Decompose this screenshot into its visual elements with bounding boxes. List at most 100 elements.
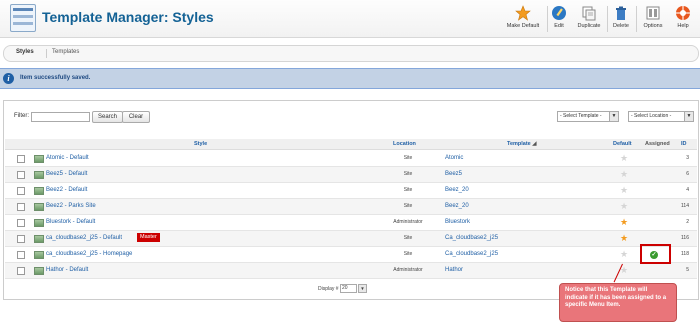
template-thumbnail-icon [34,219,44,227]
edit-pencil-icon [552,6,566,20]
location-cell: Site [403,171,413,177]
help-lifebuoy-icon [676,6,690,20]
select-template-value: - Select Template - [560,113,602,119]
table-row: ca_cloudbase2_j25 - Homepage Site Ca_clo… [5,247,697,263]
template-link[interactable]: Beez5 [445,171,462,177]
table-row: ca_cloudbase2_j25 - Default Master Site … [5,231,697,247]
location-cell: Site [403,235,413,241]
make-default-button[interactable]: Make Default [500,5,546,29]
template-link[interactable]: Ca_cloudbase2_j25 [445,235,498,241]
default-star-icon[interactable]: ★ [620,217,628,227]
style-name-link[interactable]: Bluestork - Default [46,219,95,225]
search-button[interactable]: Search [92,111,123,123]
page-title: Template Manager: Styles [42,9,214,25]
header-location[interactable]: Location [393,141,416,147]
style-name-link[interactable]: Atomic - Default [46,155,89,161]
template-link[interactable]: Beez_20 [445,203,469,209]
default-star-icon[interactable]: ★ [620,233,628,243]
tab-styles[interactable]: Styles [16,49,34,55]
table-header: Style Location Template ◢ Default Assign… [5,139,697,150]
default-star-icon[interactable]: ★ [620,201,628,211]
header-id[interactable]: ID [681,141,687,147]
pagination: Display # 20 ▼ [318,284,367,293]
style-name-link[interactable]: Beez2 - Parks Site [46,203,96,209]
header-assigned: Assigned [645,141,670,147]
help-button[interactable]: Help [674,5,692,29]
id-cell: 3 [686,155,689,161]
template-thumbnail-icon [34,187,44,195]
duplicate-button[interactable]: Duplicate [574,5,604,29]
default-star-icon[interactable]: ★ [620,169,628,179]
edit-button[interactable]: Edit [550,5,568,29]
id-cell: 114 [681,203,689,209]
id-cell: 2 [686,219,689,225]
default-star-icon[interactable]: ★ [620,153,628,163]
row-checkbox[interactable] [17,155,25,163]
toolbar: Template Manager: Styles Make Default Ed… [0,0,700,38]
select-template[interactable]: - Select Template - ▼ [557,111,619,122]
template-link[interactable]: Bluestork [445,219,470,225]
row-checkbox[interactable] [17,267,25,275]
delete-label: Delete [613,23,629,29]
sort-ascending-icon: ◢ [532,141,537,147]
chevron-down-icon: ▼ [357,284,367,293]
template-thumbnail-icon [34,203,44,211]
row-checkbox[interactable] [17,235,25,243]
id-cell: 4 [686,187,689,193]
location-cell: Administrator [393,267,423,273]
id-cell: 6 [686,171,689,177]
row-checkbox[interactable] [17,203,25,211]
options-label: Options [643,23,663,29]
table-row: Beez2 - Parks Site Site Beez_20 ★ 114 [5,199,697,215]
default-star-icon[interactable]: ★ [620,185,628,195]
clear-button[interactable]: Clear [122,111,150,123]
location-cell: Site [403,155,413,161]
style-name-link[interactable]: ca_cloudbase2_j25 - Default [46,235,122,241]
table-row: Hathor - Default Administrator Hathor ★ … [5,263,697,279]
tab-templates[interactable]: Templates [52,49,79,55]
make-default-label: Make Default [506,23,540,29]
location-cell: Site [403,187,413,193]
filter-input[interactable] [31,112,90,122]
template-thumbnail-icon [34,155,44,163]
row-checkbox[interactable] [17,219,25,227]
template-link[interactable]: Beez_20 [445,187,469,193]
default-star-icon[interactable]: ★ [620,249,628,259]
template-thumbnail-icon [34,267,44,275]
template-manager-icon [10,4,36,32]
header-style[interactable]: Style [194,141,207,147]
options-button[interactable]: Options [640,5,666,29]
duplicate-icon [582,6,596,21]
template-thumbnail-icon [34,171,44,179]
subnav-tabs: Styles Templates [3,45,699,62]
delete-button[interactable]: Delete [611,5,631,29]
template-thumbnail-icon [34,235,44,243]
row-checkbox[interactable] [17,251,25,259]
header-template-label: Template [507,141,531,147]
id-cell: 116 [681,235,689,241]
style-name-link[interactable]: Beez2 - Default [46,187,87,193]
chevron-down-icon: ▼ [609,112,618,121]
template-link[interactable]: Hathor [445,267,463,273]
row-checkbox[interactable] [17,187,25,195]
table-row: Atomic - Default Site Atomic ★ 3 [5,151,697,167]
duplicate-label: Duplicate [577,23,601,29]
trash-icon [616,6,626,20]
star-icon [515,5,531,21]
tab-divider [46,49,47,58]
row-checkbox[interactable] [17,171,25,179]
help-label: Help [677,23,689,29]
display-label: Display # [318,285,339,292]
edit-label: Edit [554,23,564,29]
header-default[interactable]: Default [613,141,632,147]
style-name-link[interactable]: Hathor - Default [46,267,88,273]
select-location-value: - Select Location - [631,113,672,119]
style-name-link[interactable]: Beez5 - Default [46,171,87,177]
header-template[interactable]: Template ◢ [507,141,537,147]
template-link[interactable]: Ca_cloudbase2_j25 [445,251,498,257]
display-count-select[interactable]: 20 [339,284,357,293]
style-name-link[interactable]: ca_cloudbase2_j25 - Homepage [46,251,132,257]
info-icon: i [3,73,14,84]
select-location[interactable]: - Select Location - ▼ [628,111,694,122]
template-link[interactable]: Atomic [445,155,463,161]
